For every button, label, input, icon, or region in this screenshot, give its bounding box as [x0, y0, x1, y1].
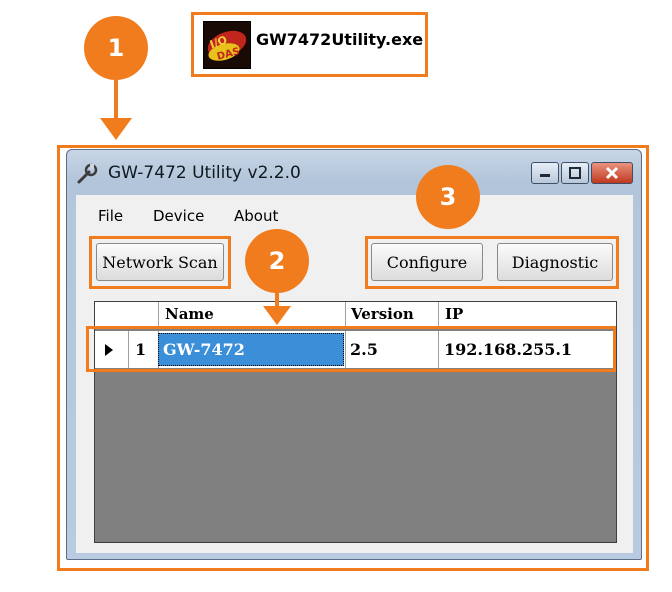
scan-annotation-box: [89, 236, 231, 289]
menu-about[interactable]: About: [234, 207, 278, 225]
maximize-button[interactable]: [561, 162, 589, 184]
minimize-icon: [540, 174, 550, 177]
menu-file[interactable]: File: [98, 207, 123, 225]
close-icon: [605, 166, 619, 180]
column-header-name[interactable]: Name: [165, 302, 214, 326]
grid-divider: [438, 302, 439, 326]
minimize-button[interactable]: [531, 162, 559, 184]
column-header-version[interactable]: Version: [351, 302, 414, 326]
step-1-marker: 1: [84, 16, 148, 80]
config-annotation-box: [365, 236, 619, 289]
step-1-arrow-shaft: [114, 80, 118, 122]
window-title: GW-7472 Utility v2.2.0: [108, 163, 301, 183]
vxcomm-app-icon[interactable]: I/O DAS: [203, 21, 251, 69]
step-2-arrow-head: [263, 306, 291, 325]
grid-divider: [345, 302, 346, 326]
maximize-icon: [569, 167, 581, 179]
step-2-marker: 2: [245, 229, 309, 293]
wrench-icon: [76, 163, 98, 185]
step-3-marker: 3: [416, 165, 480, 229]
column-header-ip[interactable]: IP: [445, 302, 463, 326]
close-button[interactable]: [591, 162, 633, 184]
grid-divider: [158, 302, 159, 326]
row-annotation-box: [86, 326, 616, 372]
step-1-arrow-head: [100, 118, 132, 140]
menu-device[interactable]: Device: [153, 207, 204, 225]
exe-label[interactable]: GW7472Utility.exe: [256, 30, 423, 49]
